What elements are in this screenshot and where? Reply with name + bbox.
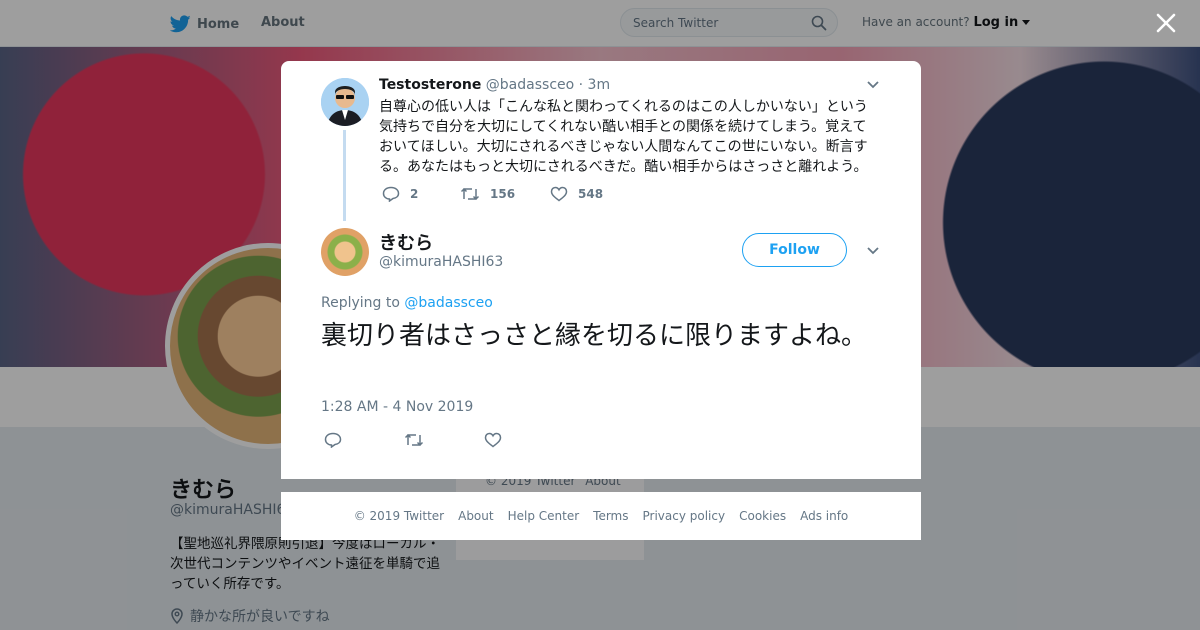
- like-action[interactable]: 548: [550, 186, 603, 202]
- modal-footer: © 2019 Twitter About Help Center Terms P…: [281, 492, 921, 540]
- heart-icon: [484, 432, 502, 448]
- tweet-timestamp[interactable]: 1:28 AM - 4 Nov 2019: [321, 399, 473, 415]
- main-tweet-text: 裏切り者はさっさと縁を切るに限りますよね。: [321, 321, 868, 351]
- footer-ads-info-link[interactable]: Ads info: [800, 509, 848, 523]
- reply-icon: [382, 186, 400, 202]
- reply-icon: [324, 432, 342, 448]
- like-count: 548: [578, 187, 604, 201]
- replying-prefix: Replying to: [321, 295, 400, 311]
- main-author-handle[interactable]: @kimuraHASHI63: [379, 254, 503, 270]
- quoted-author-handle[interactable]: @badassceo: [486, 77, 574, 93]
- main-retweet-action[interactable]: [404, 432, 484, 448]
- quoted-tweet-actions: 2 156 548: [382, 186, 603, 202]
- quoted-tweet-time[interactable]: · 3m: [579, 77, 610, 93]
- main-tweet-actions: [324, 432, 502, 448]
- quoted-tweet-header: Testosterone @badassceo · 3m: [379, 77, 610, 93]
- main-author-name[interactable]: きむら: [379, 229, 433, 255]
- tweet-permalink-modal: Testosterone @badassceo · 3m 自尊心の低い人は「こん…: [281, 61, 921, 479]
- thread-connector: [343, 130, 346, 221]
- footer-copyright: © 2019 Twitter: [353, 509, 445, 523]
- heart-icon: [550, 186, 568, 202]
- replying-to: Replying to @badassceo: [321, 295, 493, 311]
- retweet-icon: [404, 433, 424, 447]
- reply-count: 2: [410, 187, 419, 201]
- chevron-down-icon[interactable]: [867, 81, 879, 89]
- quoted-author-name[interactable]: Testosterone: [379, 77, 481, 93]
- footer-terms-link[interactable]: Terms: [593, 509, 628, 523]
- avatar-kimura[interactable]: [321, 228, 369, 276]
- main-reply-action[interactable]: [324, 432, 404, 448]
- avatar-image: [321, 78, 369, 126]
- footer-about-link[interactable]: About: [458, 509, 493, 523]
- retweet-icon: [460, 187, 480, 201]
- follow-button[interactable]: Follow: [742, 233, 847, 267]
- reply-action[interactable]: 2: [382, 186, 460, 202]
- footer-cookies-link[interactable]: Cookies: [739, 509, 786, 523]
- quoted-tweet-text: 自尊心の低い人は「こんな私と関わってくれるのはこの人しかいない」という気持ちで自…: [379, 99, 868, 175]
- footer-help-center-link[interactable]: Help Center: [508, 509, 580, 523]
- replying-handle-link[interactable]: @badassceo: [404, 295, 492, 311]
- retweet-action[interactable]: 156: [460, 186, 550, 202]
- retweet-count: 156: [490, 187, 516, 201]
- footer-privacy-link[interactable]: Privacy policy: [643, 509, 726, 523]
- chevron-down-icon[interactable]: [867, 247, 879, 255]
- avatar-testosterone[interactable]: [321, 78, 369, 126]
- main-like-action[interactable]: [484, 432, 502, 448]
- close-icon[interactable]: [1155, 12, 1177, 34]
